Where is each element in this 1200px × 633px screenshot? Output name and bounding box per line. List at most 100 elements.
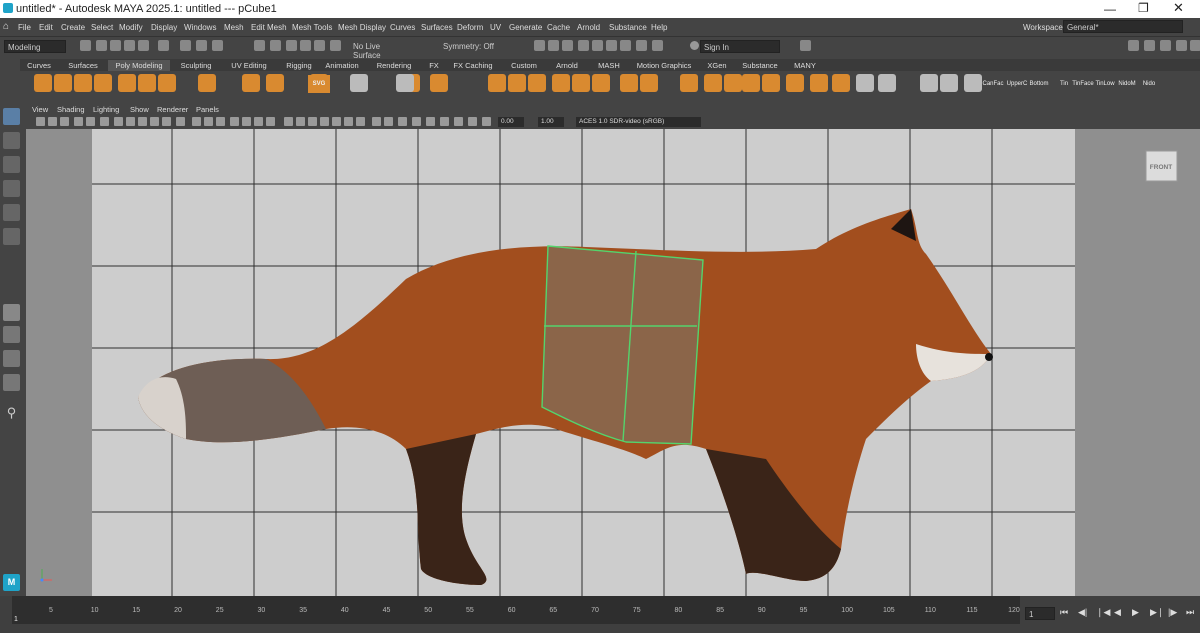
- panel-tool-5-icon[interactable]: [86, 117, 95, 126]
- live-surface-field[interactable]: No Live Surface: [350, 40, 410, 60]
- shelf-tab-surfaces[interactable]: Surfaces: [63, 60, 103, 71]
- light-editor-icon[interactable]: [606, 40, 617, 51]
- shelf-utility-4-icon[interactable]: [878, 74, 896, 92]
- panel-tool-32-icon[interactable]: [440, 117, 449, 126]
- new-scene-icon[interactable]: [80, 40, 91, 51]
- panel-tool-31-icon[interactable]: [426, 117, 435, 126]
- panel-tool-28-icon[interactable]: [384, 117, 393, 126]
- shelf-tab-curves[interactable]: Curves: [24, 60, 54, 71]
- select-component-icon[interactable]: [196, 40, 207, 51]
- shelf-tool-10-icon[interactable]: [266, 74, 284, 92]
- shelf-tool-25-icon[interactable]: [742, 74, 760, 92]
- shelf-tool-15-icon[interactable]: [508, 74, 526, 92]
- shelf-tool-4-icon[interactable]: [94, 74, 112, 92]
- shelf-tab-fx[interactable]: FX: [424, 60, 444, 71]
- shelf-tool-21-icon[interactable]: [640, 74, 658, 92]
- shelf-tool-5-icon[interactable]: [118, 74, 136, 92]
- move-tool-icon[interactable]: [3, 180, 20, 197]
- panel-tool-19-icon[interactable]: [266, 117, 275, 126]
- shelf-tool-18-icon[interactable]: [572, 74, 590, 92]
- two-view-layout-icon[interactable]: [3, 350, 20, 367]
- shelf-utility-6-icon[interactable]: [940, 74, 958, 92]
- panel-tool-24-icon[interactable]: [332, 117, 341, 126]
- panel-tool-20-icon[interactable]: [284, 117, 293, 126]
- shelf-tab-xgen[interactable]: XGen: [703, 60, 731, 71]
- panel-tool-16-icon[interactable]: [230, 117, 239, 126]
- rotate-tool-icon[interactable]: [3, 204, 20, 221]
- panel-tool-17-icon[interactable]: [242, 117, 251, 126]
- render-icon[interactable]: [534, 40, 545, 51]
- shelf-script-bottom-button[interactable]: Bottom: [1028, 81, 1050, 99]
- panel-tool-3-icon[interactable]: [60, 117, 69, 126]
- shelf-utility-3-icon[interactable]: [856, 74, 874, 92]
- shelf-tool-1-icon[interactable]: [34, 74, 52, 92]
- panel-tool-33-icon[interactable]: [454, 117, 463, 126]
- play-forward-icon[interactable]: ▶: [1132, 607, 1139, 618]
- render-view-icon[interactable]: [592, 40, 603, 51]
- panel-menu-view[interactable]: View: [32, 105, 48, 114]
- lasso-tool-icon[interactable]: [3, 132, 20, 149]
- panel-menu-shading[interactable]: Shading: [57, 105, 85, 114]
- shelf-tool-13-icon[interactable]: [430, 74, 448, 92]
- panel-tool-27-icon[interactable]: [372, 117, 381, 126]
- pause-icon[interactable]: [636, 40, 647, 51]
- shelf-tab-rigging[interactable]: Rigging: [282, 60, 316, 71]
- menu-mesh-tools[interactable]: Mesh Tools: [292, 23, 332, 32]
- menu-select[interactable]: Select: [91, 23, 113, 32]
- shelf-tab-many[interactable]: MANY: [790, 60, 820, 71]
- menu-display[interactable]: Display: [151, 23, 177, 32]
- hypershade-icon[interactable]: [578, 40, 589, 51]
- shelf-script-nido-button[interactable]: Nido: [1138, 81, 1160, 99]
- status-extra-icon[interactable]: [800, 40, 811, 51]
- panel-tool-21-icon[interactable]: [296, 117, 305, 126]
- shelf-tab-sculpting[interactable]: Sculpting: [174, 60, 218, 71]
- render-settings-icon[interactable]: [562, 40, 573, 51]
- shelf-script-tinlow-button[interactable]: TinLow: [1094, 81, 1116, 99]
- current-frame-field[interactable]: 1: [1025, 607, 1055, 620]
- panel-tool-30-icon[interactable]: [412, 117, 421, 126]
- step-back-key-icon[interactable]: ◀|: [1078, 607, 1087, 618]
- menu-cache[interactable]: Cache: [547, 23, 570, 32]
- panel-tool-8-icon[interactable]: [126, 117, 135, 126]
- menu-help[interactable]: Help: [651, 23, 667, 32]
- panel-menu-panels[interactable]: Panels: [196, 105, 219, 114]
- menu-edit[interactable]: Edit: [39, 23, 53, 32]
- ipr-icon[interactable]: [548, 40, 559, 51]
- shelf-tool-6-icon[interactable]: [138, 74, 156, 92]
- shelf-script-canfac-button[interactable]: CanFac: [982, 81, 1004, 99]
- shelf-tab-motion-graphics[interactable]: Motion Graphics: [632, 60, 696, 71]
- play-backward-icon[interactable]: ◀: [1114, 607, 1121, 618]
- attribute-editor-icon[interactable]: [1144, 40, 1155, 51]
- shelf-tab-custom[interactable]: Custom: [505, 60, 543, 71]
- menu-curves[interactable]: Curves: [390, 23, 415, 32]
- maya-home-icon[interactable]: M: [3, 574, 20, 591]
- shelf-utility-5-icon[interactable]: [920, 74, 938, 92]
- step-back-frame-icon[interactable]: ❘◀: [1096, 607, 1110, 618]
- menu-surfaces[interactable]: Surfaces: [421, 23, 453, 32]
- panel-tool-4-icon[interactable]: [74, 117, 83, 126]
- shelf-script-tinface-button[interactable]: TinFace: [1072, 81, 1094, 99]
- select-tool-icon[interactable]: [3, 108, 20, 125]
- shelf-tab-arnold[interactable]: Arnold: [550, 60, 584, 71]
- menu-substance[interactable]: Substance: [609, 23, 647, 32]
- menu-deform[interactable]: Deform: [457, 23, 483, 32]
- panel-tool-1-icon[interactable]: [36, 117, 45, 126]
- panel-tool-10-icon[interactable]: [150, 117, 159, 126]
- shelf-tool-20-icon[interactable]: [620, 74, 638, 92]
- select-object-icon[interactable]: [180, 40, 191, 51]
- single-perspective-layout-icon[interactable]: [3, 304, 20, 321]
- shelf-tool-28-icon[interactable]: [810, 74, 828, 92]
- outliner-layout-icon[interactable]: [3, 374, 20, 391]
- timeline-track[interactable]: [12, 596, 1020, 624]
- select-mask-icon[interactable]: [212, 40, 223, 51]
- snap-point-icon[interactable]: [286, 40, 297, 51]
- panel-tool-2-icon[interactable]: [48, 117, 57, 126]
- channel-box-icon[interactable]: [1176, 40, 1187, 51]
- sign-in-button[interactable]: Sign In: [700, 40, 780, 53]
- snap-surface-icon[interactable]: [314, 40, 325, 51]
- panel-tool-29-icon[interactable]: [398, 117, 407, 126]
- panel-tool-11-icon[interactable]: [162, 117, 171, 126]
- playblast-icon[interactable]: [620, 40, 631, 51]
- viewport-front[interactable]: FRONT: [26, 129, 1200, 596]
- shelf-script-svg-button[interactable]: SVG: [308, 75, 330, 93]
